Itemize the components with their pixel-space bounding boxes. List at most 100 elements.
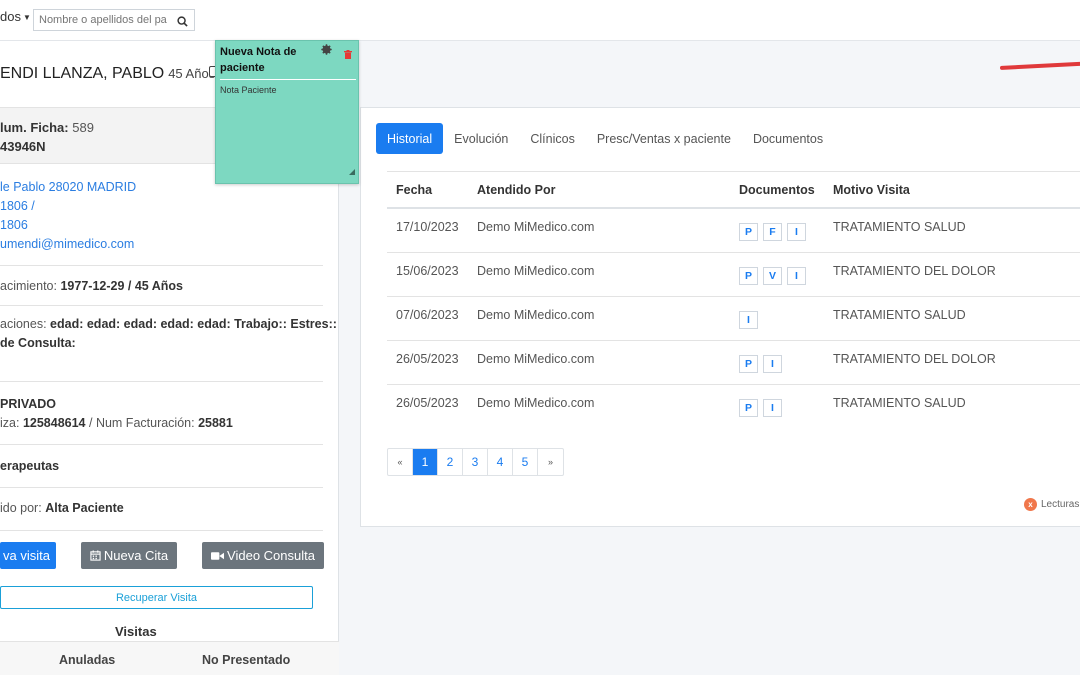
annotation-arrow <box>999 61 1080 70</box>
patient-address[interactable]: le Pablo 28020 MADRID <box>0 180 136 194</box>
insurance-value: PRIVADO <box>0 397 57 411</box>
filter-dropdown-label: dos <box>0 9 21 24</box>
cell-motivo: TRATAMIENTO DEL DOLOR <box>833 352 996 366</box>
cancelled-label[interactable]: Anuladas <box>59 653 115 667</box>
header-fecha[interactable]: Fecha <box>396 183 432 197</box>
pagination-page-4[interactable]: 4 <box>488 449 513 475</box>
cell-atendido: Demo MiMedico.com <box>477 220 595 234</box>
video-consult-button[interactable]: Video Consulta <box>202 542 324 569</box>
doc-i-button[interactable]: I <box>787 223 806 241</box>
doc-p-button[interactable]: P <box>739 267 758 285</box>
table-row[interactable]: 17/10/2023 Demo MiMedico.com P F I TRATA… <box>387 209 1080 253</box>
doc-v-button[interactable]: V <box>763 267 782 285</box>
cell-atendido: Demo MiMedico.com <box>477 308 595 322</box>
table-row[interactable]: 26/05/2023 Demo MiMedico.com P I TRATAMI… <box>387 385 1080 429</box>
patient-phone-1[interactable]: 1806 / <box>0 199 35 213</box>
doc-f-button[interactable]: F <box>763 223 782 241</box>
pagination-next[interactable]: » <box>538 449 563 475</box>
recover-visit-button[interactable]: Recuperar Visita <box>0 586 313 609</box>
consulta-label: de Consulta: <box>0 336 76 350</box>
header-motivo[interactable]: Motivo Visita <box>833 183 910 197</box>
table-row[interactable]: 15/06/2023 Demo MiMedico.com P V I TRATA… <box>387 253 1080 297</box>
no-show-label[interactable]: No Presentado <box>202 653 290 667</box>
pagination-page-1[interactable]: 1 <box>413 449 438 475</box>
patient-full-name: ENDI LLANZA, PABLO <box>0 65 165 82</box>
divider <box>0 444 323 445</box>
doc-p-button[interactable]: P <box>739 355 758 373</box>
doc-i-button[interactable]: I <box>763 399 782 417</box>
documents-cell: P I <box>739 399 787 417</box>
video-consult-label: Video Consulta <box>227 548 315 563</box>
cell-fecha: 07/06/2023 <box>396 308 459 322</box>
doc-i-button[interactable]: I <box>739 311 758 329</box>
doc-i-button[interactable]: I <box>763 355 782 373</box>
new-visit-button[interactable]: va visita <box>0 542 56 569</box>
gear-icon[interactable] <box>320 43 333 61</box>
tab-presc-ventas[interactable]: Presc/Ventas x paciente <box>586 123 742 154</box>
video-camera-icon <box>211 551 225 560</box>
resize-handle-icon[interactable] <box>349 162 355 180</box>
cell-motivo: TRATAMIENTO SALUD <box>833 220 966 234</box>
patient-name: ENDI LLANZA, PABLO 45 Años <box>0 65 215 83</box>
doc-p-button[interactable]: P <box>739 223 758 241</box>
therapists: erapeutas <box>0 459 59 473</box>
doc-i-button[interactable]: I <box>787 267 806 285</box>
pagination-prev[interactable]: « <box>388 449 413 475</box>
pagination-page-2[interactable]: 2 <box>438 449 463 475</box>
patient-email[interactable]: umendi@mimedico.com <box>0 237 134 251</box>
tab-historial[interactable]: Historial <box>376 123 444 154</box>
divider <box>0 265 323 266</box>
table-row[interactable]: 26/05/2023 Demo MiMedico.com P I TRATAMI… <box>387 341 1080 385</box>
divider <box>0 487 323 488</box>
calendar-icon <box>90 550 101 561</box>
note-title: Nueva Nota de paciente <box>220 46 297 74</box>
pagination-page-5[interactable]: 5 <box>513 449 538 475</box>
facturacion-label: Num Facturación: <box>95 416 195 430</box>
patient-phone-2[interactable]: 1806 <box>0 218 28 232</box>
documents-cell: P F I <box>739 223 811 241</box>
new-appointment-label: Nueva Cita <box>103 548 169 563</box>
header-documentos[interactable]: Documentos <box>739 183 815 197</box>
tab-documentos[interactable]: Documentos <box>742 123 834 154</box>
doc-p-button[interactable]: P <box>739 399 758 417</box>
trash-icon[interactable] <box>344 46 352 64</box>
divider <box>0 381 323 382</box>
cell-motivo: TRATAMIENTO SALUD <box>833 396 966 410</box>
cell-motivo: TRATAMIENTO SALUD <box>833 308 966 322</box>
pagination-page-3[interactable]: 3 <box>463 449 488 475</box>
cell-atendido: Demo MiMedico.com <box>477 352 595 366</box>
filter-dropdown[interactable]: dos ▼ <box>0 9 31 24</box>
poliza-info: iza: 125848614 / Num Facturación: 25881 <box>0 416 233 430</box>
patient-note-widget[interactable]: Nueva Nota de paciente Nota Paciente <box>215 40 359 184</box>
insurance-type: PRIVADO <box>0 397 56 411</box>
birth-value: 1977-12-29 / 45 Años <box>60 279 183 293</box>
therapists-label: erapeutas <box>0 459 60 473</box>
obs-label: aciones: <box>0 317 47 331</box>
new-appointment-button[interactable]: Nueva Cita <box>81 542 177 569</box>
consulta-reason: de Consulta: <box>0 336 76 350</box>
referred-by: ido por: Alta Paciente <box>0 501 124 515</box>
referred-label: ido por: <box>0 501 42 515</box>
divider <box>0 305 323 306</box>
ficha-line: lum. Ficha: 589 <box>0 120 94 135</box>
history-card: Historial Evolución Clínicos Presc/Venta… <box>360 107 1080 527</box>
search-icon[interactable] <box>177 14 188 32</box>
obs-value: edad: edad: edad: edad: edad: Trabajo:: … <box>50 317 337 331</box>
tab-bar: Historial Evolución Clínicos Presc/Venta… <box>376 123 834 154</box>
table-header: Fecha Atendido Por Documentos Motivo Vis… <box>387 172 1080 209</box>
observations: aciones: edad: edad: edad: edad: edad: T… <box>0 317 337 331</box>
tab-evolucion[interactable]: Evolución <box>443 123 519 154</box>
pagination: « 1 2 3 4 5 » <box>387 448 564 476</box>
birth-label: acimiento: <box>0 279 57 293</box>
cell-fecha: 26/05/2023 <box>396 352 459 366</box>
header-atendido[interactable]: Atendido Por <box>477 183 555 197</box>
lecturas-link[interactable]: x Lecturas <box>1024 498 1079 511</box>
note-body[interactable]: Nota Paciente <box>220 85 277 95</box>
tab-clinicos[interactable]: Clínicos <box>519 123 585 154</box>
cell-atendido: Demo MiMedico.com <box>477 264 595 278</box>
table-row[interactable]: 07/06/2023 Demo MiMedico.com I TRATAMIEN… <box>387 297 1080 341</box>
search-input[interactable] <box>34 10 174 30</box>
poliza-value: 125848614 <box>22 416 86 430</box>
new-visit-label: va visita <box>3 548 50 563</box>
caret-down-icon: ▼ <box>22 13 31 23</box>
